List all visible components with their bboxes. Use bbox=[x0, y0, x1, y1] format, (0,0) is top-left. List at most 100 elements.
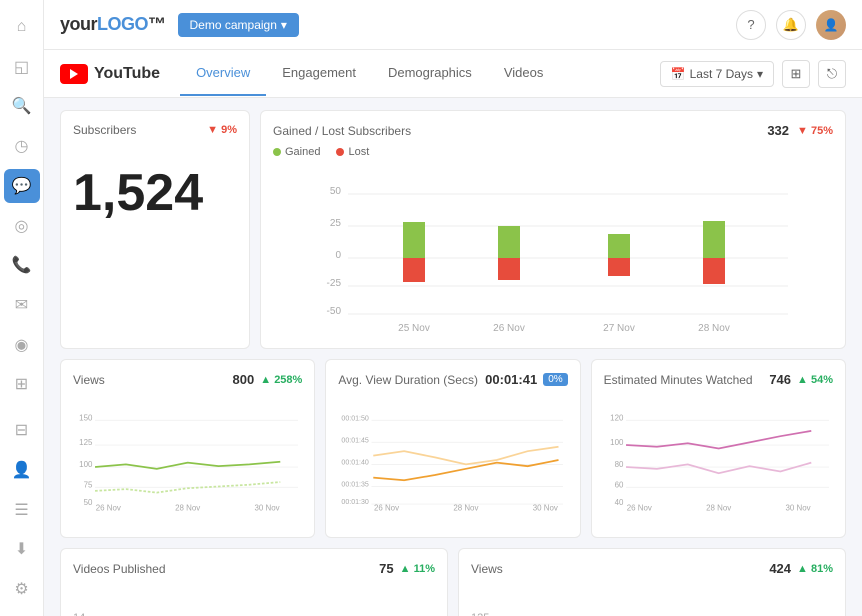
svg-text:27 Nov: 27 Nov bbox=[603, 323, 635, 334]
svg-text:26 Nov: 26 Nov bbox=[626, 503, 651, 512]
svg-text:60: 60 bbox=[614, 480, 623, 489]
svg-text:28 Nov: 28 Nov bbox=[706, 503, 731, 512]
est-minutes-title: Estimated Minutes Watched bbox=[604, 373, 753, 387]
svg-text:40: 40 bbox=[614, 498, 623, 507]
gained-lost-value: 332 bbox=[767, 123, 789, 138]
views-card: Views 800 ▲ 258% 150 125 100 75 50 bbox=[60, 359, 315, 538]
columns-icon-button[interactable]: ⊞ bbox=[782, 60, 810, 88]
svg-text:120: 120 bbox=[610, 413, 624, 422]
subscribers-title: Subscribers bbox=[73, 123, 136, 137]
row-3: Videos Published 75 ▲ 11% 14 Views bbox=[60, 548, 846, 616]
views-bottom-value: 424 bbox=[769, 561, 791, 576]
avg-duration-card: Avg. View Duration (Secs) 00:01:41 0% 00… bbox=[325, 359, 580, 538]
svg-text:26 Nov: 26 Nov bbox=[493, 323, 525, 334]
svg-text:28 Nov: 28 Nov bbox=[698, 323, 730, 334]
help-button[interactable]: ? bbox=[736, 10, 766, 40]
views-title: Views bbox=[73, 373, 105, 387]
avg-duration-title: Avg. View Duration (Secs) bbox=[338, 373, 478, 387]
sidebar-item-location[interactable]: ◉ bbox=[4, 328, 40, 362]
sidebar-item-filter[interactable]: ⬇ bbox=[4, 533, 40, 567]
videos-y-start: 14 bbox=[73, 612, 85, 616]
svg-text:150: 150 bbox=[79, 413, 93, 422]
bar-gained-1 bbox=[403, 222, 425, 258]
share-icon-button[interactable]: ⎋ bbox=[818, 60, 846, 88]
svg-text:26 Nov: 26 Nov bbox=[96, 503, 121, 512]
est-minutes-line-2 bbox=[626, 463, 811, 474]
sidebar-item-users[interactable]: 👤 bbox=[4, 453, 40, 487]
duration-line-1 bbox=[374, 460, 559, 480]
sidebar-item-list[interactable]: ☰ bbox=[4, 493, 40, 527]
notifications-button[interactable]: 🔔 bbox=[776, 10, 806, 40]
avg-duration-value: 00:01:41 bbox=[485, 372, 537, 387]
bar-gained-2 bbox=[498, 226, 520, 258]
lost-legend-dot bbox=[336, 148, 344, 156]
views-bottom-title: Views bbox=[471, 562, 503, 576]
duration-line-2 bbox=[374, 447, 559, 465]
views-bottom-badge: ▲ 81% bbox=[797, 563, 833, 575]
svg-text:100: 100 bbox=[79, 460, 93, 469]
svg-text:100: 100 bbox=[610, 438, 624, 447]
bar-gained-3 bbox=[608, 234, 630, 258]
chart-legend: Gained Lost bbox=[273, 146, 833, 158]
bar-lost-4 bbox=[703, 258, 725, 284]
svg-text:00:01:30: 00:01:30 bbox=[342, 499, 370, 506]
views-value: 800 bbox=[233, 372, 255, 387]
gained-lost-badge: ▼ 75% bbox=[797, 125, 833, 137]
sidebar-item-cart[interactable]: ⊞ bbox=[4, 368, 40, 402]
views-line-1 bbox=[95, 462, 280, 469]
tab-engagement[interactable]: Engagement bbox=[266, 51, 372, 96]
bar-gained-4 bbox=[703, 221, 725, 258]
gained-legend-label: Gained bbox=[285, 146, 320, 158]
campaign-button[interactable]: Demo campaign ▾ bbox=[178, 13, 299, 37]
est-minutes-badge: ▲ 54% bbox=[797, 374, 833, 386]
svg-text:28 Nov: 28 Nov bbox=[175, 503, 200, 512]
dashboard: Subscribers ▼ 9% 1,524 Gained / Lost Sub… bbox=[44, 98, 862, 616]
main-area: yourLOGO™ Demo campaign ▾ ? 🔔 👤 YouTube … bbox=[44, 0, 862, 616]
svg-text:30 Nov: 30 Nov bbox=[254, 503, 279, 512]
sidebar-item-clock[interactable]: ◷ bbox=[4, 129, 40, 163]
svg-text:125: 125 bbox=[79, 438, 93, 447]
videos-published-value: 75 bbox=[379, 561, 393, 576]
sidebar-item-search[interactable]: 🔍 bbox=[4, 89, 40, 123]
subscribers-value: 1,524 bbox=[73, 167, 237, 219]
sidebar-item-chat[interactable]: 💬 bbox=[4, 169, 40, 203]
svg-text:50: 50 bbox=[330, 186, 342, 197]
svg-text:30 Nov: 30 Nov bbox=[533, 503, 558, 512]
user-avatar[interactable]: 👤 bbox=[816, 10, 846, 40]
tab-overview[interactable]: Overview bbox=[180, 51, 266, 96]
svg-text:-25: -25 bbox=[327, 278, 342, 289]
subscribers-badge: ▼ 9% bbox=[207, 124, 237, 136]
tab-demographics[interactable]: Demographics bbox=[372, 51, 488, 96]
views-chart: 150 125 100 75 50 26 Nov 28 Nov 30 Nov bbox=[73, 395, 302, 525]
date-range-button[interactable]: 📅 Last 7 Days ▾ bbox=[660, 61, 774, 87]
lost-legend-label: Lost bbox=[348, 146, 369, 158]
row-2: Views 800 ▲ 258% 150 125 100 75 50 bbox=[60, 359, 846, 538]
videos-published-title: Videos Published bbox=[73, 562, 166, 576]
svg-text:0: 0 bbox=[335, 250, 341, 261]
page-content: YouTube Overview Engagement Demographics… bbox=[44, 50, 862, 616]
sidebar-item-profile[interactable]: ◎ bbox=[4, 209, 40, 243]
views-badge: ▲ 258% bbox=[260, 374, 302, 386]
bar-lost-3 bbox=[608, 258, 630, 276]
svg-text:00:01:50: 00:01:50 bbox=[342, 415, 370, 422]
sidebar-item-analytics[interactable]: ◱ bbox=[4, 50, 40, 84]
tab-videos[interactable]: Videos bbox=[488, 51, 560, 96]
svg-text:00:01:35: 00:01:35 bbox=[342, 481, 370, 488]
gained-lost-chart: 50 25 0 -25 -50 bbox=[273, 166, 833, 336]
svg-text:75: 75 bbox=[84, 480, 93, 489]
subscribers-card: Subscribers ▼ 9% 1,524 bbox=[60, 110, 250, 349]
svg-text:-50: -50 bbox=[327, 306, 342, 317]
sidebar-item-document[interactable]: ⊟ bbox=[4, 413, 40, 447]
est-minutes-card: Estimated Minutes Watched 746 ▲ 54% 120 … bbox=[591, 359, 846, 538]
sidebar-item-settings[interactable]: ⚙ bbox=[4, 572, 40, 606]
bar-lost-1 bbox=[403, 258, 425, 282]
sidebar-item-home[interactable]: ⌂ bbox=[4, 10, 40, 44]
avg-duration-chart: 00:01:50 00:01:45 00:01:40 00:01:35 00:0… bbox=[338, 395, 567, 525]
svg-text:50: 50 bbox=[84, 498, 93, 507]
sidebar: ⌂ ◱ 🔍 ◷ 💬 ◎ 📞 ✉ ◉ ⊞ ⊟ 👤 ☰ ⬇ ⚙ bbox=[0, 0, 44, 616]
youtube-title: YouTube bbox=[94, 65, 160, 83]
sidebar-item-mail[interactable]: ✉ bbox=[4, 288, 40, 322]
calendar-icon: 📅 bbox=[671, 67, 686, 81]
app-logo: yourLOGO™ bbox=[60, 14, 166, 35]
sidebar-item-phone[interactable]: 📞 bbox=[4, 248, 40, 282]
